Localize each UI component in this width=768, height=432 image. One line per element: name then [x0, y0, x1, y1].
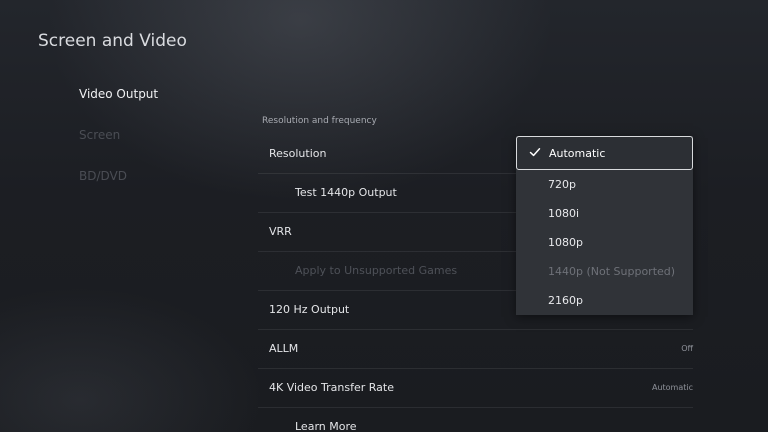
- resolution-dropdown[interactable]: Automatic 720p 1080i 1080p 1440p (Not Su…: [516, 136, 693, 315]
- resolution-label: Resolution: [269, 147, 327, 160]
- settings-screen: Screen and Video Video Output Screen BD/…: [0, 0, 768, 432]
- check-icon: [529, 148, 541, 157]
- option-1080p[interactable]: 1080p: [516, 228, 693, 257]
- option-label: 720p: [548, 178, 576, 191]
- allm-value: Off: [681, 344, 693, 353]
- page-title: Screen and Video: [38, 31, 187, 51]
- 4k-video-transfer-rate-label: 4K Video Transfer Rate: [269, 381, 394, 394]
- option-label: 1440p (Not Supported): [548, 265, 676, 278]
- option-label: 1080p: [548, 236, 583, 249]
- apply-unsupported-games-label: Apply to Unsupported Games: [295, 264, 458, 277]
- learn-more-row[interactable]: Learn More: [258, 408, 693, 432]
- 4k-video-transfer-rate-value: Automatic: [651, 383, 693, 392]
- option-2160p[interactable]: 2160p: [516, 286, 693, 315]
- sidebar-item-video-output[interactable]: Video Output: [79, 87, 158, 101]
- 120hz-output-label: 120 Hz Output: [269, 303, 350, 316]
- learn-more-label: Learn More: [295, 420, 357, 432]
- test-1440p-output-label: Test 1440p Output: [295, 186, 397, 199]
- option-720p[interactable]: 720p: [516, 170, 693, 199]
- allm-label: ALLM: [269, 342, 299, 355]
- option-automatic[interactable]: Automatic: [516, 136, 693, 170]
- option-1080i[interactable]: 1080i: [516, 199, 693, 228]
- option-1440p-not-supported: 1440p (Not Supported): [516, 257, 693, 286]
- option-label: 1080i: [548, 207, 580, 220]
- vrr-label: VRR: [269, 225, 292, 238]
- 4k-video-transfer-rate-row[interactable]: 4K Video Transfer Rate Automatic: [258, 369, 693, 408]
- sidebar-item-bd-dvd[interactable]: BD/DVD: [79, 169, 127, 183]
- sidebar-item-screen[interactable]: Screen: [79, 128, 120, 142]
- option-label: 2160p: [548, 294, 583, 307]
- option-label: Automatic: [549, 147, 606, 160]
- section-label: Resolution and frequency: [262, 116, 377, 126]
- allm-row[interactable]: ALLM Off: [258, 330, 693, 369]
